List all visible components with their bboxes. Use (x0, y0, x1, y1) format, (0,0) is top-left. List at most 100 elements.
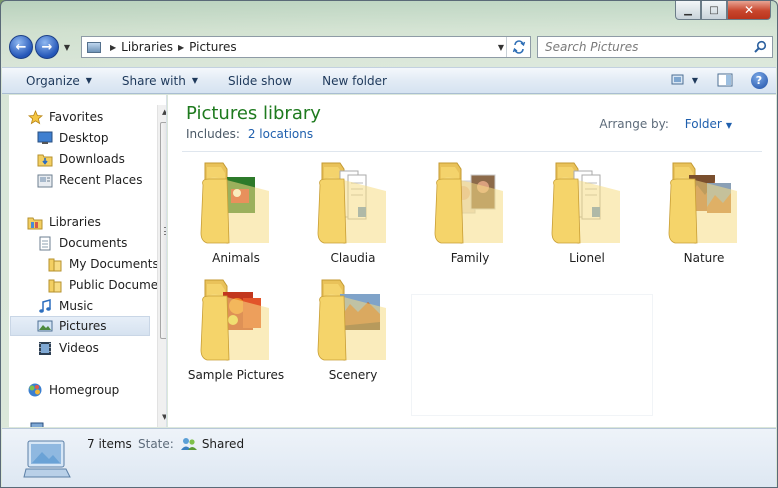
nav-favorites[interactable]: Favorites (27, 107, 103, 127)
folder-item[interactable]: Sample Pictures (182, 272, 290, 388)
recent-places-icon (37, 172, 53, 188)
nav-label: Homegroup (49, 383, 120, 397)
help-button[interactable]: ? (750, 71, 768, 89)
new-folder-button[interactable]: New folder (322, 74, 387, 88)
chevron-down-icon: ▼ (191, 76, 198, 85)
nav-label: Recent Places (59, 173, 143, 187)
includes-line: Includes: 2 locations (186, 127, 313, 141)
scroll-up-icon[interactable]: ▲ (162, 108, 166, 116)
refresh-button[interactable] (506, 37, 530, 57)
search-input[interactable] (538, 40, 748, 54)
music-icon (37, 298, 53, 314)
arrange-by-dropdown[interactable]: Folder ▼ (685, 117, 732, 131)
folder-icon (200, 279, 269, 361)
chevron-down-icon: ▼ (725, 121, 732, 130)
sharing-state: State: Shared (138, 437, 244, 451)
nav-scrollbar[interactable]: ▲ ▼ (157, 105, 166, 427)
nav-downloads[interactable]: Downloads (37, 149, 125, 169)
folder-item[interactable]: Scenery (299, 272, 407, 388)
preview-pane-button[interactable] (716, 71, 734, 89)
nav-my-documents[interactable]: My Documents (47, 254, 159, 274)
shared-users-icon (180, 438, 197, 450)
folder-label: Family (450, 251, 490, 265)
folder-icon (47, 277, 63, 293)
caption-buttons: ▁ □ ✕ (675, 1, 771, 20)
nav-music[interactable]: Music (37, 296, 93, 316)
nav-libraries[interactable]: Libraries (27, 212, 101, 232)
back-button[interactable]: ← (9, 35, 33, 59)
chevron-down-icon: ▼ (85, 76, 92, 85)
folder-label: Sample Pictures (187, 368, 285, 382)
page-title: Pictures library (186, 103, 321, 124)
videos-icon (37, 340, 53, 356)
organize-label: Organize (26, 73, 80, 88)
downloads-folder-icon (37, 151, 53, 167)
folder-item[interactable]: Animals (182, 155, 290, 271)
change-view-button[interactable] (670, 71, 688, 89)
grip-icon (164, 227, 166, 235)
organize-menu[interactable]: Organize ▼ (26, 74, 92, 88)
nav-label: Videos (59, 341, 99, 355)
folder-item[interactable]: Family (416, 155, 524, 271)
includes-label: Includes: (186, 127, 240, 141)
view-controls: ▼ ? (660, 71, 768, 89)
scroll-down-icon[interactable]: ▼ (162, 413, 166, 421)
folder-icon (317, 279, 386, 361)
explorer-window: ▁ □ ✕ ← → ▼ ▶ Libraries ▶ Pictures ▼ Sea… (0, 0, 778, 488)
nav-computer-partial[interactable] (29, 419, 51, 427)
arrange-label: Arrange by: (599, 117, 669, 131)
state-value: Shared (201, 437, 245, 451)
address-history-dropdown[interactable]: ▼ (498, 43, 504, 52)
nav-recent-places[interactable]: Recent Places (37, 170, 142, 190)
chevron-right-icon[interactable]: ▶ (110, 43, 116, 52)
content-pane: Pictures library Includes: 2 locations A… (168, 95, 776, 427)
nav-label: Downloads (59, 152, 125, 166)
nav-pictures[interactable]: Pictures (10, 316, 150, 336)
nav-public-documents[interactable]: Public Documents (47, 275, 166, 295)
chevron-right-icon[interactable]: ▶ (178, 43, 184, 52)
search-icon[interactable] (753, 40, 767, 54)
command-bar: Organize ▼ Share with ▼ Slide show New fol… (2, 67, 776, 94)
minimize-button[interactable]: ▁ (675, 1, 701, 20)
scroll-thumb[interactable] (160, 122, 166, 339)
nav-desktop[interactable]: Desktop (37, 128, 109, 148)
recent-pages-dropdown[interactable]: ▼ (61, 43, 73, 52)
breadcrumb-libraries[interactable]: Libraries (121, 40, 173, 54)
folder-icon (551, 162, 620, 244)
new-folder-label: New folder (322, 73, 387, 88)
view-options-dropdown[interactable]: ▼ (692, 76, 698, 85)
search-box[interactable] (537, 36, 773, 58)
nav-videos[interactable]: Videos (37, 338, 99, 358)
folder-label: Claudia (330, 251, 376, 265)
divider (182, 151, 762, 152)
folder-label: Animals (212, 251, 260, 265)
forward-button[interactable]: → (35, 35, 59, 59)
nav-homegroup[interactable]: Homegroup (27, 380, 119, 400)
homegroup-icon (27, 382, 43, 398)
address-row: ← → ▼ ▶ Libraries ▶ Pictures ▼ (9, 34, 773, 60)
libraries-icon (27, 214, 43, 230)
folder-item[interactable]: Nature (650, 155, 758, 271)
slide-show-button[interactable]: Slide show (228, 74, 292, 88)
maximize-button[interactable]: □ (701, 1, 727, 20)
breadcrumb-pictures[interactable]: Pictures (189, 40, 237, 54)
locations-link[interactable]: 2 locations (248, 127, 313, 141)
blank-area (412, 295, 652, 415)
folder-label: Nature (683, 251, 725, 265)
nav-documents[interactable]: Documents (37, 233, 127, 253)
folder-icon (668, 162, 737, 244)
details-pane: 7 items State: Shared (2, 428, 776, 487)
share-with-menu[interactable]: Share with ▼ (122, 74, 198, 88)
state-label: State: (138, 437, 174, 451)
slide-show-label: Slide show (227, 73, 293, 88)
pictures-library-icon (87, 41, 101, 53)
folder-item[interactable]: Lionel (533, 155, 641, 271)
close-button[interactable]: ✕ (727, 1, 771, 20)
nav-label: Music (59, 299, 94, 313)
nav-label: Desktop (59, 131, 109, 145)
view-icon (671, 74, 684, 85)
navigation-pane: Favorites Desktop Downloads Recent Place… (9, 95, 167, 427)
folder-item[interactable]: Claudia (299, 155, 407, 271)
address-bar[interactable]: ▶ Libraries ▶ Pictures ▼ (81, 36, 531, 58)
folder-icon (317, 162, 386, 244)
